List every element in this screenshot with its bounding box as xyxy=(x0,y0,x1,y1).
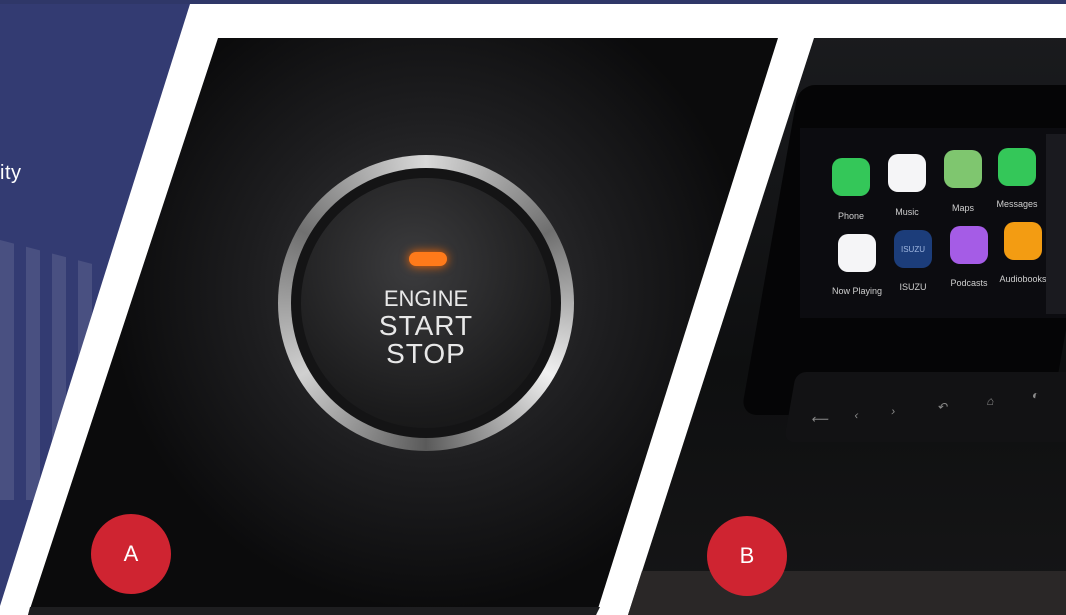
podcasts-icon xyxy=(950,226,988,264)
button-label-engine: ENGINE xyxy=(383,286,469,311)
isuzu-tile-text: ISUZU xyxy=(901,244,925,254)
isuzu-icon: ISUZU xyxy=(894,230,932,268)
left-partial-text: ity xyxy=(0,162,22,184)
screen-side-panel xyxy=(1046,134,1066,314)
prev-button: ‹ xyxy=(853,408,860,422)
badge-b: B xyxy=(707,516,787,596)
maps-icon xyxy=(944,150,982,188)
app-label-isuzu: ISUZU xyxy=(899,282,927,292)
app-label-phone: Phone xyxy=(837,211,865,221)
next-button: › xyxy=(890,404,897,418)
head-unit-controls: ⟵ ‹ › ↶ ⌂ ◐ xyxy=(783,372,1066,442)
now-playing-icon xyxy=(838,234,876,272)
button-led-indicator xyxy=(409,252,447,266)
messages-icon xyxy=(998,148,1036,186)
carplay-screen: Phone Music Maps Messages Now Playing IS… xyxy=(800,128,1066,318)
top-band xyxy=(0,0,1066,4)
home-button: ⌂ xyxy=(985,394,996,408)
app-label-messages: Messages xyxy=(996,199,1038,209)
call-button: ⟵ xyxy=(810,412,831,426)
app-label-maps: Maps xyxy=(951,203,974,213)
app-label-audiobooks: Audiobooks xyxy=(999,274,1047,284)
phone-icon xyxy=(832,158,870,196)
power-button: ◐ xyxy=(1030,388,1041,402)
audiobooks-icon xyxy=(1004,222,1042,260)
app-label-now-playing: Now Playing xyxy=(831,286,883,296)
badge-a: A xyxy=(91,514,171,594)
music-icon xyxy=(888,154,926,192)
button-label-stop: STOP xyxy=(386,338,466,369)
back-button: ↶ xyxy=(936,400,950,414)
app-label-podcasts: Podcasts xyxy=(950,278,988,288)
app-label-music: Music xyxy=(895,207,919,217)
